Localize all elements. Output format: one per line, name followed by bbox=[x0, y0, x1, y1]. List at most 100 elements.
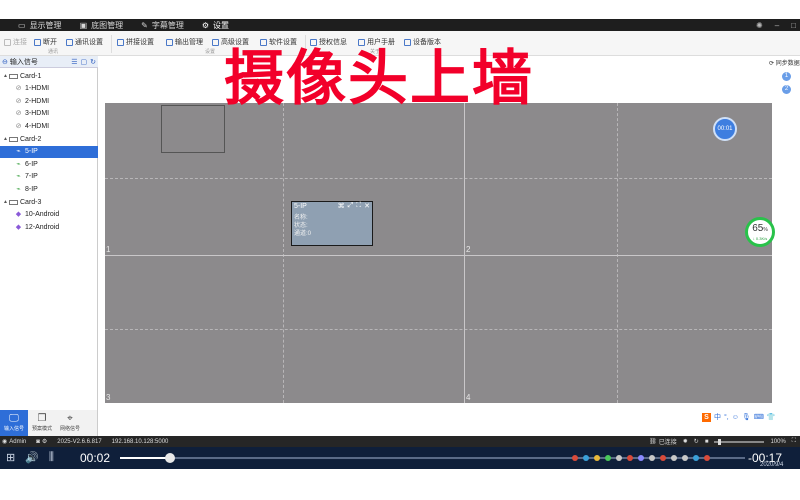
tray-icon[interactable] bbox=[649, 455, 655, 461]
group-label-comm: 通讯 bbox=[48, 49, 59, 55]
list-view-icon[interactable]: ☰ bbox=[71, 58, 77, 66]
tree-signal-item[interactable]: ◆ 10-Android bbox=[0, 209, 98, 221]
equalizer-icon[interactable]: ⫼ bbox=[49, 451, 54, 464]
sync-data-button[interactable]: ⟳ 同步数据 bbox=[769, 58, 800, 67]
tray-icon[interactable] bbox=[594, 455, 600, 461]
tree-item-label: 1-HDMI bbox=[25, 85, 50, 93]
shirt-icon[interactable]: 👕 bbox=[767, 413, 776, 421]
tab-settings[interactable]: ⚙ 设置 bbox=[202, 20, 229, 31]
keyboard-icon[interactable]: ⌨ bbox=[754, 413, 764, 421]
timer-bubble[interactable]: 00:01 bbox=[713, 117, 737, 141]
tray-icon[interactable] bbox=[671, 455, 677, 461]
tray-icon[interactable] bbox=[605, 455, 611, 461]
connection-status: ⛓ 已连接 bbox=[649, 439, 677, 446]
tray-icon[interactable] bbox=[682, 455, 688, 461]
tree-signal-item[interactable]: ⌁ 5-IP bbox=[0, 145, 98, 158]
tab-input-signal[interactable]: 🖵 输入信号 bbox=[0, 410, 28, 436]
tree-card-node[interactable]: ▲ Card-3 bbox=[0, 196, 98, 208]
comm-settings-button[interactable]: 通讯设置 bbox=[66, 37, 103, 47]
camera-icon: ⌁ bbox=[16, 160, 21, 168]
tree-signal-item[interactable]: ⊘ 3-HDMI bbox=[0, 108, 98, 120]
brightness-icon[interactable]: ✹ bbox=[683, 438, 688, 445]
tree-signal-item[interactable]: ⌁ 6-IP bbox=[0, 158, 98, 170]
maximize-icon[interactable]: □ bbox=[791, 21, 796, 30]
empty-window-outline[interactable] bbox=[161, 105, 225, 153]
tray-icon[interactable] bbox=[616, 455, 622, 461]
tree-signal-item[interactable]: ⌁ 8-IP bbox=[0, 183, 98, 195]
seek-knob[interactable] bbox=[165, 453, 175, 463]
tree-item-label: 2-HDMI bbox=[25, 97, 50, 105]
panel-header: ⊖ 输入信号 ☰ ▢ ↻ bbox=[0, 56, 98, 68]
sync-icon: ⟳ bbox=[769, 61, 775, 67]
screen-divider bbox=[464, 103, 465, 403]
stop-icon[interactable]: ■ bbox=[705, 439, 709, 445]
chat-icon[interactable]: ◙ bbox=[36, 439, 40, 445]
close-icon[interactable]: ✕ bbox=[364, 202, 370, 210]
output-mgmt-button[interactable]: 输出管理 bbox=[166, 37, 203, 47]
tab-preset-mode[interactable]: ❐ 预案模式 bbox=[28, 410, 56, 436]
network-speed-gauge: 65% ↓ 0.3K/s bbox=[745, 217, 775, 247]
tray-icon[interactable] bbox=[627, 455, 633, 461]
ime-language[interactable]: 中 bbox=[714, 412, 721, 422]
system-tray bbox=[572, 455, 710, 461]
fullscreen-icon[interactable]: ⛶ bbox=[356, 202, 361, 210]
minimize-icon[interactable]: – bbox=[775, 21, 779, 30]
tab-display[interactable]: ▭ 显示管理 bbox=[18, 20, 62, 31]
gauge-speed: ↓ 0.3K/s bbox=[752, 236, 768, 241]
page-badge[interactable]: 2 bbox=[782, 85, 791, 94]
layers-icon: ❐ bbox=[37, 413, 47, 424]
grid-view-icon[interactable]: ▢ bbox=[81, 58, 88, 66]
zoom-slider[interactable] bbox=[714, 438, 765, 445]
tray-icon[interactable] bbox=[704, 455, 710, 461]
monitor-icon: 🖵 bbox=[9, 413, 19, 424]
tree-signal-item[interactable]: ⊘ 1-HDMI bbox=[0, 83, 98, 95]
collapse-icon[interactable]: ⊖ bbox=[2, 58, 8, 66]
tree-item-label: 6-IP bbox=[25, 160, 38, 168]
tab-subtitle[interactable]: ✎ 字幕管理 bbox=[141, 20, 184, 31]
tray-icon[interactable] bbox=[660, 455, 666, 461]
tab-image[interactable]: ▣ 底图管理 bbox=[80, 20, 124, 31]
window-title: 5-IP bbox=[294, 203, 307, 210]
main-tab-bar: ▭ 显示管理 ▣ 底图管理 ✎ 字幕管理 ⚙ 设置 ✺ – □ bbox=[0, 19, 800, 31]
windows-icon[interactable]: ⊞ bbox=[6, 451, 15, 464]
tree-signal-item[interactable]: ⊘ 4-HDMI bbox=[0, 120, 98, 132]
tree-signal-item[interactable]: ◆ 12-Android bbox=[0, 221, 98, 233]
tree-signal-item[interactable]: ⌁ 7-IP bbox=[0, 171, 98, 183]
tray-icon[interactable] bbox=[693, 455, 699, 461]
signal-window-5-ip[interactable]: 5-IP ⌘ ⤢ ⛶ ✕ 名称: 状态: 通道:0 bbox=[291, 201, 373, 246]
page-badge[interactable]: 1 bbox=[782, 72, 791, 81]
app-root: ▭ 显示管理 ▣ 底图管理 ✎ 字幕管理 ⚙ 设置 ✺ – □ 连接 断开 通讯设置 通… bbox=[0, 0, 800, 500]
refresh-icon[interactable]: ↻ bbox=[90, 58, 96, 66]
image-icon: ▣ bbox=[79, 20, 88, 30]
splice-settings-button[interactable]: 拼接设置 bbox=[117, 37, 154, 47]
fit-icon[interactable]: ⛶ bbox=[792, 438, 796, 445]
emoji-icon[interactable]: ☺ bbox=[732, 414, 739, 421]
refresh-icon[interactable]: ↻ bbox=[694, 438, 699, 445]
tree-card-node[interactable]: ▲ Card-1 bbox=[0, 70, 98, 82]
punctuation-icon[interactable]: °, bbox=[724, 414, 729, 421]
window-controls: ⌘ ⤢ ⛶ ✕ bbox=[338, 202, 370, 210]
tray-icon[interactable] bbox=[583, 455, 589, 461]
tab-network-signal[interactable]: ⌖ 网络信号 bbox=[56, 410, 84, 436]
restore-icon[interactable]: ⤢ bbox=[348, 202, 354, 210]
cctv-icon: ⌖ bbox=[67, 413, 73, 424]
volume-icon[interactable]: 🔊 bbox=[25, 451, 39, 464]
tray-icon[interactable] bbox=[638, 455, 644, 461]
tree-card-node[interactable]: ▲ Card-2 bbox=[0, 133, 98, 145]
gear-icon[interactable]: ⚙ bbox=[42, 438, 47, 445]
subtitle-icon: ✎ bbox=[141, 20, 148, 30]
input-signal-panel: ⊖ 输入信号 ☰ ▢ ↻ ▲ Card-1 ⊘ 1-HDMI ⊘ 2-HDMI ⊘ 3-HDM… bbox=[0, 56, 98, 410]
video-wall-canvas[interactable]: 1 2 3 4 5-IP ⌘ ⤢ ⛶ ✕ 名称: 状态: 通道:0 bbox=[105, 103, 772, 403]
pin-icon[interactable]: ⌘ bbox=[338, 202, 345, 210]
tray-icon[interactable] bbox=[572, 455, 578, 461]
connect-button[interactable]: 连接 bbox=[4, 37, 27, 47]
ime-logo-icon[interactable]: S bbox=[702, 412, 711, 422]
disconnect-button[interactable]: 断开 bbox=[34, 37, 57, 47]
card-icon bbox=[9, 199, 18, 205]
card-icon bbox=[9, 136, 18, 142]
current-time: 00:02 bbox=[80, 451, 111, 465]
settings-icon[interactable]: ✺ bbox=[756, 21, 763, 30]
mic-icon[interactable]: 🎙 bbox=[742, 413, 751, 421]
tree-signal-item[interactable]: ⊘ 2-HDMI bbox=[0, 95, 98, 107]
user-info: ◉ Admin bbox=[2, 438, 27, 446]
